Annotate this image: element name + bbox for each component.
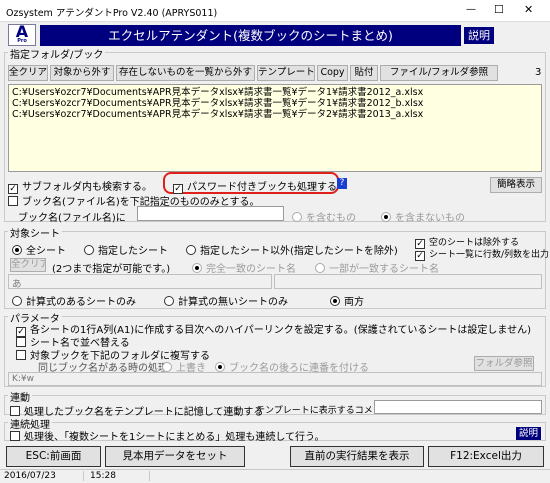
excel-output-button[interactable]: F12:Excel出力 (428, 446, 544, 467)
all-sheets-radio[interactable] (12, 245, 22, 255)
except-sheets-radio[interactable] (186, 245, 196, 255)
specified-sheets-radio[interactable] (84, 245, 94, 255)
all-sheets-option[interactable]: 全シート (12, 242, 66, 257)
without-formula-radio[interactable] (164, 296, 174, 306)
clear-all-button[interactable]: 全クリア (8, 65, 48, 81)
subfolder-label: サブフォルダ内も検索する。 (22, 182, 152, 193)
exact-option[interactable]: 完全一致のシート名 (192, 260, 296, 275)
exact-radio[interactable] (192, 263, 202, 273)
overwrite-radio[interactable] (162, 362, 172, 372)
maximize-icon[interactable]: ☐ (494, 3, 504, 16)
record-checkbox[interactable] (10, 406, 20, 416)
include-option[interactable]: を含むもの (292, 209, 356, 224)
close-icon[interactable]: ✕ (524, 3, 533, 16)
simple-view-button[interactable]: 簡略表示 (490, 177, 542, 193)
all-sheets-label: 全シート (26, 246, 66, 257)
remove-nonexistent-button[interactable]: 存在しないものを一覧から外す (116, 65, 255, 81)
book-group-label: 指定フォルダ/ブック (8, 46, 106, 61)
comment-label: テンプレートに表示するコメント (256, 406, 391, 416)
after-option[interactable]: 処理後、「複数シートを1シートにまとめる」処理も連続して行う。 (10, 428, 324, 443)
logo: A Pro (8, 24, 36, 46)
logo-letter: A (15, 22, 29, 41)
file-folder-browse-button[interactable]: ファイル/フォルダ参照 (380, 65, 498, 81)
comment-input[interactable] (374, 400, 542, 414)
password-option[interactable]: ✓ パスワード付きブックも処理する (173, 178, 337, 194)
list-item[interactable]: C:¥Users¥ozcr7¥Documents¥APR見本データxlsx¥請求… (12, 109, 538, 120)
exclude-radio[interactable] (381, 212, 391, 222)
copy-to-folder-checkbox[interactable] (16, 350, 26, 360)
sheet-name-input-1[interactable]: あ (8, 274, 272, 289)
sheet-name-input-2[interactable] (274, 274, 542, 289)
exclude-label: を含まないもの (395, 213, 465, 224)
except-sheets-option[interactable]: 指定したシート以外(指定したシートを除外) (186, 242, 398, 257)
specified-sheets-label: 指定したシート (98, 246, 168, 257)
specified-sheets-option[interactable]: 指定したシート (84, 242, 168, 257)
after-checkbox[interactable] (10, 431, 20, 441)
password-label: パスワード付きブックも処理する (187, 182, 337, 193)
without-formula-label: 計算式の無いシートのみ (178, 297, 288, 308)
folder-browse-button[interactable]: フォルダ参照 (474, 356, 534, 371)
template-button[interactable]: テンプレート (257, 65, 315, 81)
status-date: 2016/07/23 (4, 471, 84, 481)
subfolder-option[interactable]: ✓ サブフォルダ内も検索する。 (8, 178, 152, 194)
without-formula-option[interactable]: 計算式の無いシートのみ (164, 293, 288, 308)
two-note: (2つまで指定が可能です。) (52, 264, 171, 275)
output-rows-label: シート一覧に行数/列数を出力 (429, 250, 550, 260)
with-formula-option[interactable]: 計算式のあるシートのみ (12, 293, 136, 308)
serial-radio[interactable] (215, 362, 225, 372)
password-help-icon[interactable]: ? (337, 178, 347, 189)
paste-button[interactable]: 貼付 (350, 65, 378, 81)
include-label: を含むもの (306, 213, 356, 224)
set-sample-data-button[interactable]: 見本用データをセット (105, 446, 245, 467)
header-help-button[interactable]: 説明 (464, 27, 494, 44)
file-count: 3 (535, 67, 542, 78)
after-label: 処理後、「複数シートを1シートにまとめる」処理も連続して行う。 (24, 432, 325, 443)
with-formula-radio[interactable] (12, 296, 22, 306)
last-result-button[interactable]: 直前の実行結果を表示 (290, 446, 424, 467)
include-radio[interactable] (292, 212, 302, 222)
partial-radio[interactable] (315, 263, 325, 273)
with-formula-label: 計算式のあるシートのみ (26, 297, 136, 308)
list-item[interactable]: C:¥Users¥ozcr7¥Documents¥APR見本データxlsx¥請求… (12, 87, 538, 98)
record-label: 処理したブック名をテンプレートに記憶して連動する (24, 407, 264, 418)
both-option[interactable]: 両方 (330, 293, 364, 308)
both-radio[interactable] (330, 296, 340, 306)
file-list[interactable]: C:¥Users¥ozcr7¥Documents¥APR見本データxlsx¥請求… (8, 84, 542, 172)
sheet-group-label: 対象シート (8, 225, 62, 240)
copy-button[interactable]: Copy (317, 65, 348, 81)
both-label: 両方 (344, 297, 364, 308)
sheet-clear-button[interactable]: 全クリア (10, 258, 46, 272)
title-bar: Ozsystem アテンダントPro V2.40 (APRYS011) — ☐ … (0, 0, 550, 22)
list-item[interactable]: C:¥Users¥ozcr7¥Documents¥APR見本データxlsx¥請求… (12, 98, 538, 109)
book-name-label: ブック名(ファイル名)に (18, 213, 126, 224)
status-time: 15:28 (90, 471, 150, 481)
filter-name-checkbox[interactable] (8, 196, 18, 206)
page-title: エクセルアテンダント(複数ブックのシートまとめ) (108, 28, 393, 43)
except-sheets-label: 指定したシート以外(指定したシートを除外) (200, 246, 398, 257)
output-rows-option[interactable]: ✓ シート一覧に行数/列数を出力 (415, 247, 549, 261)
esc-back-button[interactable]: ESC:前画面 (6, 446, 101, 467)
partial-option[interactable]: 一部が一致するシート名 (315, 260, 439, 275)
remove-from-target-button[interactable]: 対象から外す (50, 65, 114, 81)
sort-checkbox[interactable] (16, 337, 26, 347)
continuous-help-button[interactable]: 説明 (516, 427, 541, 440)
book-name-input[interactable] (137, 206, 284, 221)
copy-folder-input[interactable]: K:¥w (8, 372, 542, 386)
minimize-icon[interactable]: — (466, 4, 476, 15)
window-title: Ozsystem アテンダントPro V2.40 (APRYS011) (6, 8, 218, 19)
header-banner: エクセルアテンダント(複数ブックのシートまとめ) (40, 25, 461, 46)
status-bar: 2016/07/23 15:28 (0, 469, 550, 483)
exclude-option[interactable]: を含まないもの (381, 209, 465, 224)
logo-sub: Pro (17, 38, 27, 44)
link-group-label: 連動 (8, 389, 32, 404)
